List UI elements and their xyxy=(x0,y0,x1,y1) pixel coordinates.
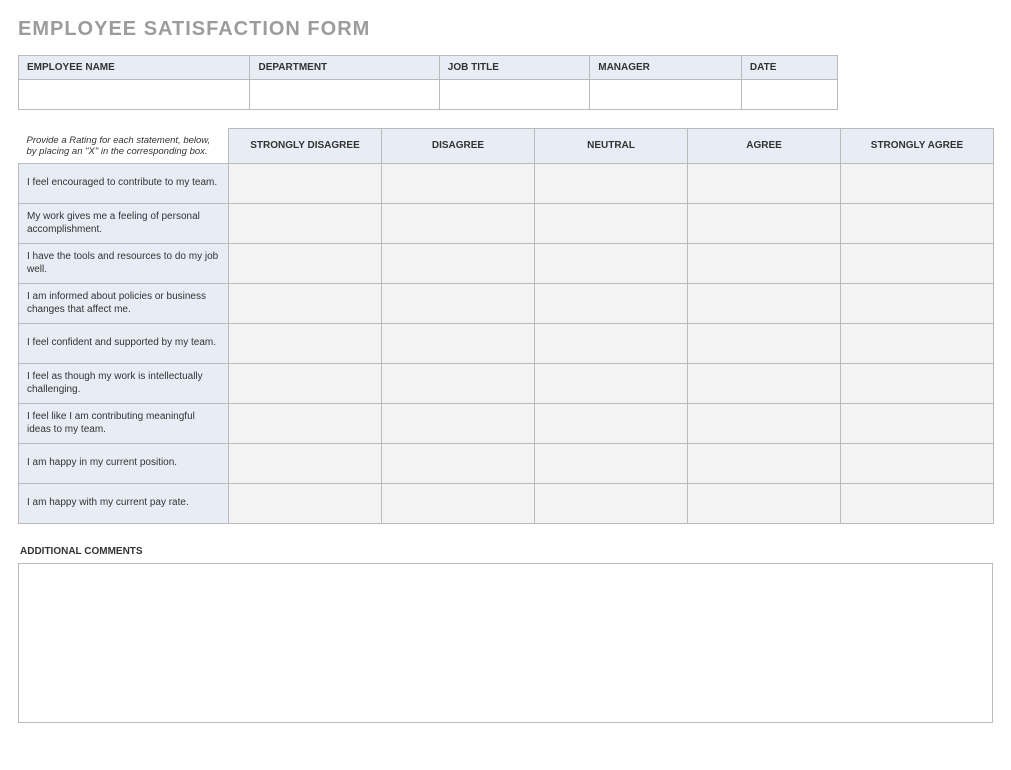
rating-cell-4-1[interactable] xyxy=(382,323,535,363)
rating-cell-0-3[interactable] xyxy=(688,163,841,203)
rating-cell-2-1[interactable] xyxy=(382,243,535,283)
statement-3: I am informed about policies or business… xyxy=(19,283,229,323)
info-field-jobtitle[interactable] xyxy=(439,80,589,110)
rating-cell-8-3[interactable] xyxy=(688,483,841,523)
rating-cell-6-3[interactable] xyxy=(688,403,841,443)
statement-8: I am happy with my current pay rate. xyxy=(19,483,229,523)
rating-cell-2-4[interactable] xyxy=(841,243,994,283)
info-header-date: DATE xyxy=(741,56,837,80)
rating-cell-3-2[interactable] xyxy=(535,283,688,323)
rating-cell-4-0[interactable] xyxy=(229,323,382,363)
rating-cell-5-4[interactable] xyxy=(841,363,994,403)
statement-6: I feel like I am contributing meaningful… xyxy=(19,403,229,443)
rating-cell-0-2[interactable] xyxy=(535,163,688,203)
col-agree: AGREE xyxy=(688,129,841,164)
rating-cell-1-3[interactable] xyxy=(688,203,841,243)
rating-cell-8-2[interactable] xyxy=(535,483,688,523)
comments-label: ADDITIONAL COMMENTS xyxy=(20,546,993,557)
info-header-name: EMPLOYEE NAME xyxy=(19,56,250,80)
statement-7: I am happy in my current position. xyxy=(19,443,229,483)
rating-cell-4-4[interactable] xyxy=(841,323,994,363)
rating-cell-8-4[interactable] xyxy=(841,483,994,523)
instructions-cell: Provide a Rating for each statement, bel… xyxy=(19,129,229,164)
employee-info-table: EMPLOYEE NAME DEPARTMENT JOB TITLE MANAG… xyxy=(18,55,838,110)
rating-cell-3-3[interactable] xyxy=(688,283,841,323)
info-header-manager: MANAGER xyxy=(590,56,742,80)
rating-cell-8-0[interactable] xyxy=(229,483,382,523)
statement-5: I feel as though my work is intellectual… xyxy=(19,363,229,403)
info-field-date[interactable] xyxy=(741,80,837,110)
info-header-department: DEPARTMENT xyxy=(250,56,439,80)
rating-cell-2-3[interactable] xyxy=(688,243,841,283)
rating-cell-6-1[interactable] xyxy=(382,403,535,443)
col-disagree: DISAGREE xyxy=(382,129,535,164)
rating-cell-5-2[interactable] xyxy=(535,363,688,403)
rating-cell-0-0[interactable] xyxy=(229,163,382,203)
rating-cell-4-3[interactable] xyxy=(688,323,841,363)
info-header-jobtitle: JOB TITLE xyxy=(439,56,589,80)
rating-cell-7-3[interactable] xyxy=(688,443,841,483)
rating-matrix: Provide a Rating for each statement, bel… xyxy=(18,128,994,524)
statement-2: I have the tools and resources to do my … xyxy=(19,243,229,283)
rating-cell-2-2[interactable] xyxy=(535,243,688,283)
rating-cell-3-1[interactable] xyxy=(382,283,535,323)
rating-cell-3-4[interactable] xyxy=(841,283,994,323)
rating-cell-1-0[interactable] xyxy=(229,203,382,243)
col-strongly-disagree: STRONGLY DISAGREE xyxy=(229,129,382,164)
rating-cell-7-1[interactable] xyxy=(382,443,535,483)
rating-cell-5-1[interactable] xyxy=(382,363,535,403)
rating-cell-1-4[interactable] xyxy=(841,203,994,243)
rating-cell-7-0[interactable] xyxy=(229,443,382,483)
rating-cell-6-0[interactable] xyxy=(229,403,382,443)
rating-cell-0-4[interactable] xyxy=(841,163,994,203)
rating-cell-6-4[interactable] xyxy=(841,403,994,443)
rating-cell-7-2[interactable] xyxy=(535,443,688,483)
rating-cell-7-4[interactable] xyxy=(841,443,994,483)
col-strongly-agree: STRONGLY AGREE xyxy=(841,129,994,164)
rating-cell-5-3[interactable] xyxy=(688,363,841,403)
col-neutral: NEUTRAL xyxy=(535,129,688,164)
rating-cell-4-2[interactable] xyxy=(535,323,688,363)
rating-cell-2-0[interactable] xyxy=(229,243,382,283)
rating-cell-5-0[interactable] xyxy=(229,363,382,403)
rating-cell-8-1[interactable] xyxy=(382,483,535,523)
info-field-name[interactable] xyxy=(19,80,250,110)
statement-1: My work gives me a feeling of personal a… xyxy=(19,203,229,243)
rating-cell-0-1[interactable] xyxy=(382,163,535,203)
form-title: EMPLOYEE SATISFACTION FORM xyxy=(18,18,993,41)
info-field-department[interactable] xyxy=(250,80,439,110)
info-field-manager[interactable] xyxy=(590,80,742,110)
rating-cell-1-1[interactable] xyxy=(382,203,535,243)
comments-input[interactable] xyxy=(18,563,993,723)
statement-4: I feel confident and supported by my tea… xyxy=(19,323,229,363)
rating-cell-6-2[interactable] xyxy=(535,403,688,443)
rating-cell-3-0[interactable] xyxy=(229,283,382,323)
rating-cell-1-2[interactable] xyxy=(535,203,688,243)
statement-0: I feel encouraged to contribute to my te… xyxy=(19,163,229,203)
